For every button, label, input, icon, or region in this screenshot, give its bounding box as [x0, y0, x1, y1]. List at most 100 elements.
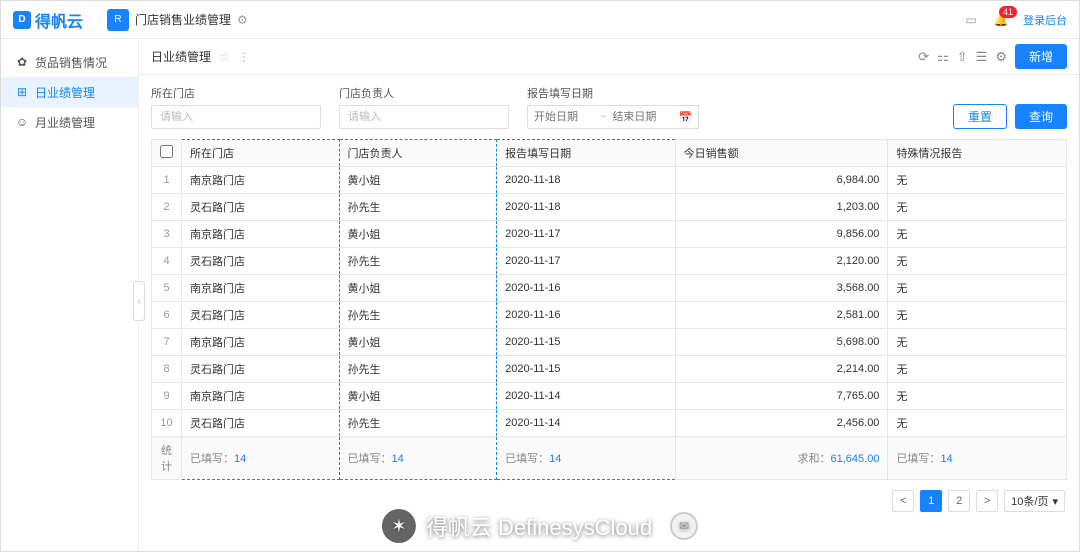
cell-store: 灵石路门店	[182, 302, 340, 329]
cell-report: 无	[888, 194, 1067, 221]
add-button[interactable]: 新增	[1015, 44, 1067, 69]
monitor-icon[interactable]: ▭	[963, 12, 979, 28]
gear-icon[interactable]: ⚙	[237, 13, 248, 27]
table-header-row: 所在门店 门店负责人 报告填写日期 今日销售额 特殊情况报告	[152, 140, 1067, 167]
app-title: 门店销售业绩管理	[135, 11, 231, 28]
chevron-down-icon: ▾	[1052, 495, 1058, 508]
cell-store: 灵石路门店	[182, 248, 340, 275]
cell-report: 无	[888, 356, 1067, 383]
image-icon[interactable]: ⚏	[937, 49, 949, 65]
cell-date: 2020-11-14	[497, 410, 676, 437]
refresh-icon[interactable]: ⟳	[918, 49, 929, 65]
cell-date: 2020-11-16	[497, 275, 676, 302]
cell-report: 无	[888, 329, 1067, 356]
col-date[interactable]: 报告填写日期	[497, 140, 676, 167]
cell-date: 2020-11-18	[497, 194, 676, 221]
filter-date-range[interactable]: ~ 📅	[527, 105, 699, 129]
list-icon[interactable]: ☰	[976, 49, 988, 65]
sidebar-item-daily-performance[interactable]: ⊞ 日业绩管理	[1, 77, 138, 107]
brand-logo: D 得帆云	[13, 8, 83, 32]
pager-page-2[interactable]: 2	[948, 490, 970, 512]
user-icon: ☺	[15, 115, 29, 129]
search-button[interactable]: 查询	[1015, 104, 1067, 129]
cell-date: 2020-11-17	[497, 248, 676, 275]
pager-page-1[interactable]: 1	[920, 490, 942, 512]
reset-button[interactable]: 重置	[953, 104, 1007, 129]
cell-report: 无	[888, 167, 1067, 194]
cell-sales: 2,581.00	[675, 302, 888, 329]
app-icon: R	[107, 9, 129, 31]
filter-date-end[interactable]	[612, 111, 672, 123]
cell-report: 无	[888, 248, 1067, 275]
bell-badge: 41	[999, 6, 1017, 18]
kebab-icon[interactable]: ⋮	[238, 50, 250, 64]
sidebar-collapse-handle[interactable]: ‹	[133, 281, 145, 321]
row-number: 5	[152, 275, 182, 302]
cell-date: 2020-11-18	[497, 167, 676, 194]
cell-report: 无	[888, 383, 1067, 410]
cell-sales: 1,203.00	[675, 194, 888, 221]
cell-date: 2020-11-15	[497, 329, 676, 356]
table-row[interactable]: 10灵石路门店孙先生2020-11-142,456.00无	[152, 410, 1067, 437]
checkbox-all[interactable]	[160, 145, 173, 158]
summary-label: 统计	[152, 437, 182, 480]
filter-owner-input[interactable]	[339, 105, 509, 129]
table-row[interactable]: 4灵石路门店孙先生2020-11-172,120.00无	[152, 248, 1067, 275]
bell-icon[interactable]: 🔔 41	[993, 12, 1009, 28]
col-report[interactable]: 特殊情况报告	[888, 140, 1067, 167]
table-row[interactable]: 3南京路门店黄小姐2020-11-179,856.00无	[152, 221, 1067, 248]
row-number: 6	[152, 302, 182, 329]
pager-size-select[interactable]: 10条/页▾	[1004, 490, 1065, 512]
top-header: D 得帆云 R 门店销售业绩管理 ⚙ ▭ 🔔 41 登录后台	[1, 1, 1079, 39]
star-icon[interactable]: ☆	[219, 50, 230, 64]
cell-store: 灵石路门店	[182, 410, 340, 437]
filter-store-input[interactable]	[151, 105, 321, 129]
table-row[interactable]: 9南京路门店黄小姐2020-11-147,765.00无	[152, 383, 1067, 410]
table-row[interactable]: 6灵石路门店孙先生2020-11-162,581.00无	[152, 302, 1067, 329]
cell-store: 南京路门店	[182, 383, 340, 410]
row-number: 7	[152, 329, 182, 356]
table-row[interactable]: 1南京路门店黄小姐2020-11-186,984.00无	[152, 167, 1067, 194]
cell-owner: 黄小姐	[339, 167, 497, 194]
cell-owner: 孙先生	[339, 194, 497, 221]
cell-sales: 7,765.00	[675, 383, 888, 410]
sidebar: ✿ 货品销售情况 ⊞ 日业绩管理 ☺ 月业绩管理	[1, 39, 139, 551]
cell-owner: 黄小姐	[339, 329, 497, 356]
row-number: 2	[152, 194, 182, 221]
filter-date-label: 报告填写日期	[527, 85, 699, 101]
table-row[interactable]: 7南京路门店黄小姐2020-11-155,698.00无	[152, 329, 1067, 356]
cell-date: 2020-11-14	[497, 383, 676, 410]
brand-icon: D	[13, 11, 31, 29]
pager-next[interactable]: >	[976, 490, 998, 512]
cell-sales: 2,456.00	[675, 410, 888, 437]
filter-owner-label: 门店负责人	[339, 85, 509, 101]
row-number: 9	[152, 383, 182, 410]
summary-date: 已填写：14	[497, 437, 676, 480]
table-row[interactable]: 2灵石路门店孙先生2020-11-181,203.00无	[152, 194, 1067, 221]
sidebar-item-product-sales[interactable]: ✿ 货品销售情况	[1, 47, 138, 77]
col-sales[interactable]: 今日销售额	[675, 140, 888, 167]
export-icon[interactable]: ⇧	[957, 49, 968, 65]
top-actions: ▭ 🔔 41 登录后台	[963, 12, 1067, 28]
row-number: 4	[152, 248, 182, 275]
cell-owner: 孙先生	[339, 356, 497, 383]
data-table: 所在门店 门店负责人 报告填写日期 今日销售额 特殊情况报告 1南京路门店黄小姐…	[151, 139, 1067, 480]
cell-owner: 黄小姐	[339, 221, 497, 248]
sidebar-item-label: 货品销售情况	[35, 54, 107, 71]
sidebar-item-monthly-performance[interactable]: ☺ 月业绩管理	[1, 107, 138, 137]
cell-store: 南京路门店	[182, 275, 340, 302]
cell-store: 南京路门店	[182, 329, 340, 356]
cell-owner: 孙先生	[339, 302, 497, 329]
cell-owner: 孙先生	[339, 410, 497, 437]
login-link[interactable]: 登录后台	[1023, 12, 1067, 28]
filter-icon[interactable]: ⚙	[995, 49, 1007, 65]
filter-date-start[interactable]	[534, 111, 594, 123]
cell-owner: 黄小姐	[339, 275, 497, 302]
cell-owner: 孙先生	[339, 248, 497, 275]
col-owner[interactable]: 门店负责人	[339, 140, 497, 167]
pager-prev[interactable]: <	[892, 490, 914, 512]
col-store[interactable]: 所在门店	[182, 140, 340, 167]
table-row[interactable]: 5南京路门店黄小姐2020-11-163,568.00无	[152, 275, 1067, 302]
cell-sales: 6,984.00	[675, 167, 888, 194]
table-row[interactable]: 8灵石路门店孙先生2020-11-152,214.00无	[152, 356, 1067, 383]
